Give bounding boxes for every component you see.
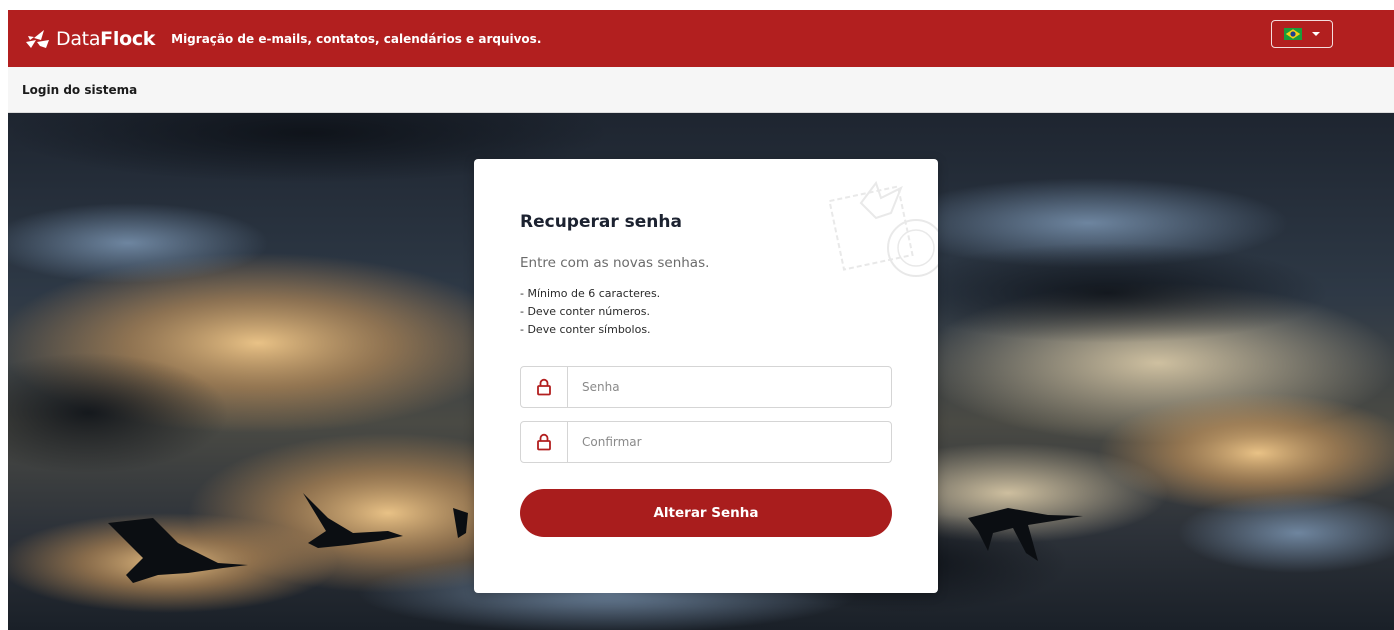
- recover-password-card: Recuperar senha Entre com as novas senha…: [474, 159, 938, 593]
- app-frame: DataFlock Migração de e-mails, contatos,…: [8, 10, 1394, 630]
- stamp-watermark-icon: [828, 180, 938, 277]
- password-rule: - Deve conter números.: [520, 305, 650, 318]
- password-rule: - Deve conter símbolos.: [520, 323, 651, 336]
- card-title: Recuperar senha: [520, 212, 682, 232]
- chevron-down-icon: [1312, 32, 1320, 36]
- brand-logo[interactable]: DataFlock: [24, 10, 155, 67]
- password-rules-list: - Mínimo de 6 caracteres. - Deve conter …: [520, 285, 660, 339]
- header-tagline: Migração de e-mails, contatos, calendári…: [171, 31, 542, 46]
- flock-logo-icon: [26, 29, 49, 48]
- brand-name: DataFlock: [56, 27, 156, 50]
- password-rule: - Mínimo de 6 caracteres.: [520, 287, 661, 300]
- language-dropdown-button[interactable]: [1271, 20, 1333, 48]
- page-title: Login do sistema: [22, 82, 138, 97]
- confirm-password-input[interactable]: [568, 422, 891, 462]
- brazil-flag-icon: [1284, 28, 1302, 40]
- top-header: DataFlock Migração de e-mails, contatos,…: [8, 10, 1394, 67]
- change-password-button[interactable]: Alterar Senha: [520, 489, 892, 537]
- page-subheader: Login do sistema: [8, 67, 1394, 113]
- password-addon: [521, 367, 568, 407]
- password-field: [520, 366, 892, 408]
- confirm-addon: [521, 422, 568, 462]
- lock-icon: [537, 378, 551, 396]
- card-subtitle: Entre com as novas senhas.: [520, 255, 710, 271]
- lock-icon: [537, 433, 551, 451]
- confirm-password-field: [520, 421, 892, 463]
- password-input[interactable]: [568, 367, 891, 407]
